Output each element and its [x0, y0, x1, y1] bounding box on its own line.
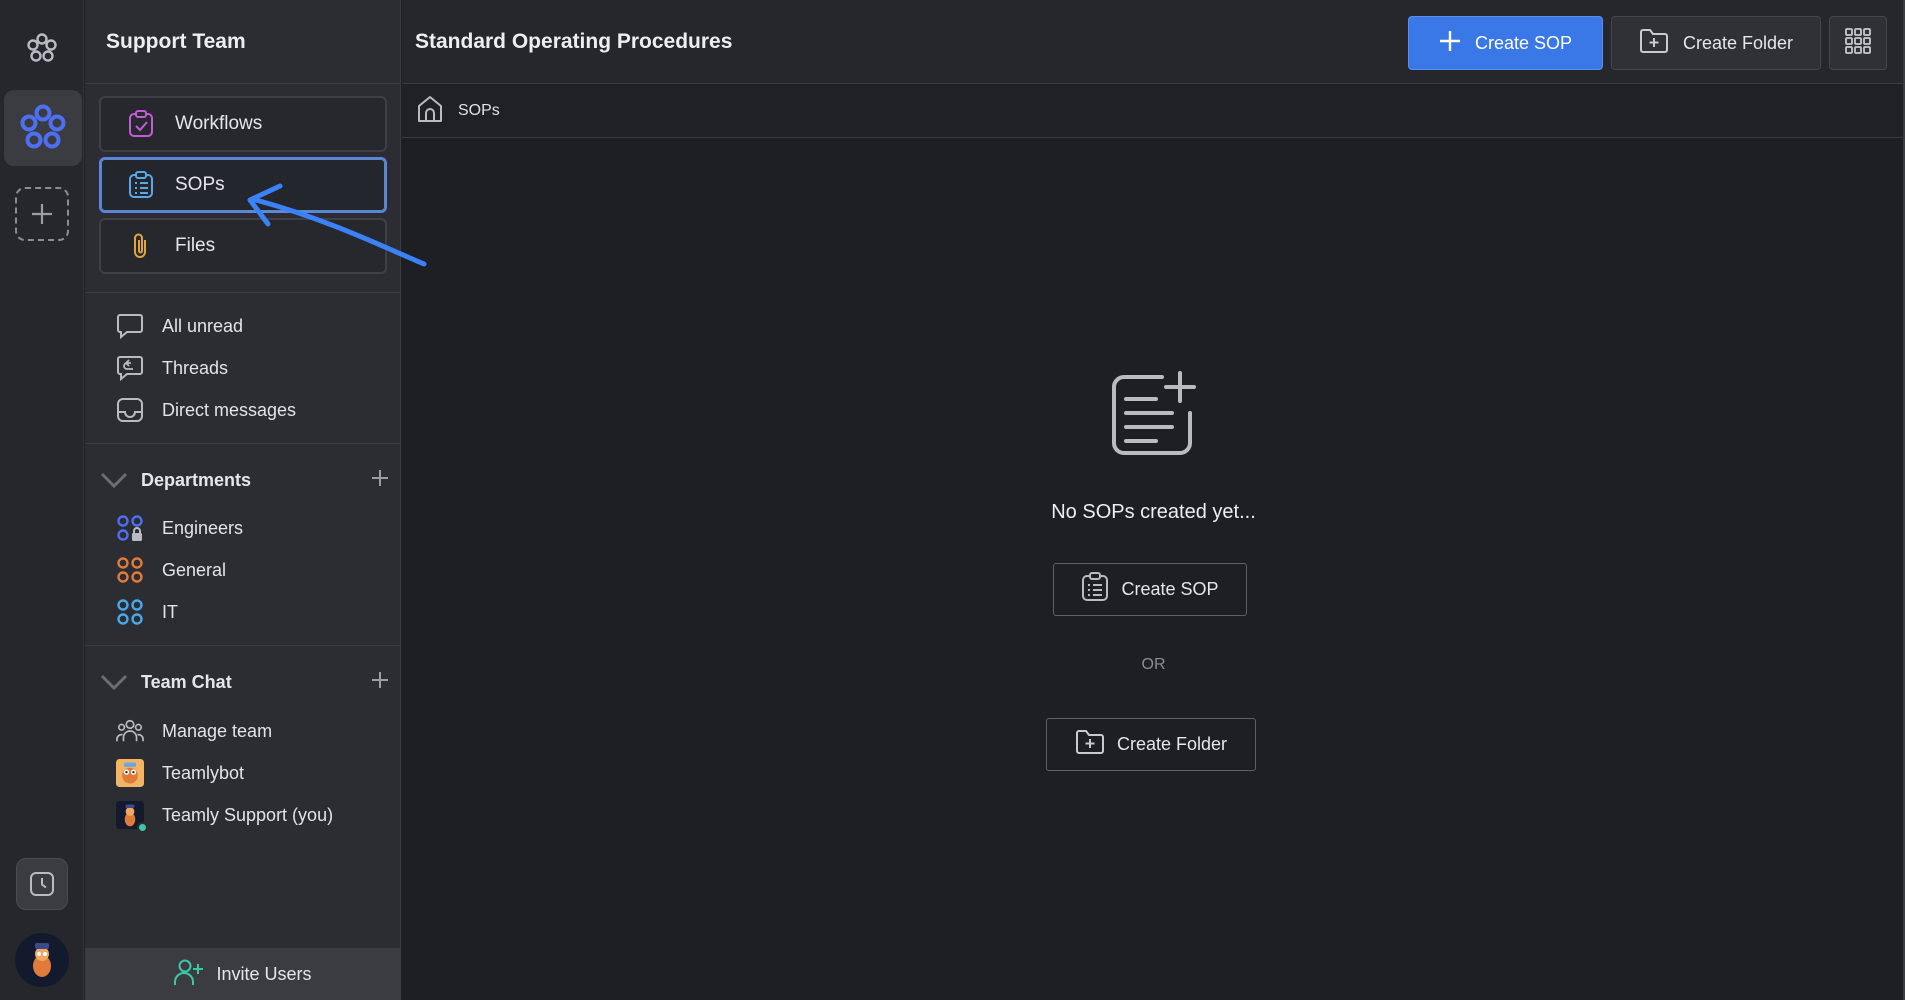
department-engineers-label: Engineers: [162, 517, 244, 538]
create-sop-label: Create SOP: [1474, 32, 1573, 53]
teamly-support-item[interactable]: Teamly Support (you): [116, 798, 334, 833]
group-icon: [116, 556, 144, 584]
teamlybot-label: Teamlybot: [162, 762, 245, 783]
invite-users-label: Invite Users: [216, 963, 312, 984]
nav-sops-label: SOPs: [175, 174, 225, 195]
clipboard-check-icon: [127, 110, 155, 138]
clipboard-list-icon: [1081, 572, 1109, 607]
empty-state: No SOPs created yet... Create SOP OR Cre…: [402, 139, 1905, 1000]
create-sop-empty-button[interactable]: Create SOP: [1053, 563, 1247, 616]
chat-bubble-icon: [116, 312, 144, 340]
document-plus-icon: [1106, 369, 1198, 466]
clipboard-list-icon: [127, 171, 155, 199]
department-it-label: IT: [162, 601, 178, 622]
add-user-icon: [174, 958, 204, 991]
history-button[interactable]: [6, 848, 78, 920]
main-header: Standard Operating Procedures Create SOP…: [402, 0, 1905, 84]
sidebar: Support Team Workflows SOPs Files All un…: [85, 0, 401, 1000]
department-it[interactable]: IT: [116, 595, 178, 629]
departments-title: Departments: [141, 469, 252, 490]
add-chat-icon[interactable]: [371, 671, 389, 694]
divider: [85, 292, 401, 293]
paperclip-icon: [127, 232, 155, 260]
team-chat-section-header[interactable]: Team Chat: [97, 664, 389, 700]
direct-messages-item[interactable]: Direct messages: [116, 393, 296, 427]
breadcrumb-current[interactable]: SOPs: [458, 102, 500, 120]
folder-plus-icon: [1075, 729, 1105, 760]
plus-icon: [15, 187, 69, 241]
clock-icon: [16, 858, 68, 910]
departments-section-header[interactable]: Departments: [97, 462, 389, 498]
app-logo-icon[interactable]: [6, 12, 78, 84]
or-separator: OR: [1141, 656, 1166, 673]
group-lock-icon: [116, 514, 144, 542]
create-folder-empty-button[interactable]: Create Folder: [1046, 718, 1256, 771]
nav-workflows-label: Workflows: [175, 113, 263, 134]
team-icon: [116, 717, 144, 745]
create-folder-empty-label: Create Folder: [1116, 734, 1228, 754]
teamlybot-item[interactable]: Teamlybot: [116, 756, 244, 790]
page-title: Standard Operating Procedures: [415, 30, 733, 53]
online-status-dot: [137, 822, 148, 833]
add-workspace-button[interactable]: [6, 178, 78, 250]
create-folder-label: Create Folder: [1682, 32, 1794, 53]
workspace-support-team-icon[interactable]: [4, 90, 82, 166]
group-icon: [116, 598, 144, 626]
add-department-icon[interactable]: [371, 469, 389, 492]
team-chat-title: Team Chat: [141, 671, 232, 692]
department-general-label: General: [162, 559, 227, 580]
create-sop-empty-label: Create SOP: [1121, 579, 1219, 599]
divider: [85, 645, 401, 646]
home-icon[interactable]: [416, 94, 444, 129]
threads-item[interactable]: Threads: [116, 351, 228, 385]
threads-label: Threads: [162, 357, 229, 378]
divider: [85, 443, 401, 444]
direct-messages-label: Direct messages: [162, 399, 297, 420]
department-general[interactable]: General: [116, 553, 226, 587]
all-unread-item[interactable]: All unread: [116, 309, 243, 343]
create-folder-button[interactable]: Create Folder: [1611, 16, 1821, 70]
breadcrumb: SOPs: [402, 85, 1905, 138]
create-sop-button[interactable]: Create SOP: [1408, 16, 1603, 70]
department-engineers[interactable]: Engineers: [116, 511, 243, 545]
nav-workflows[interactable]: Workflows: [99, 96, 387, 152]
workspace-name: Support Team: [85, 0, 400, 84]
app-window: Support Team Workflows SOPs Files All un…: [0, 0, 1905, 1000]
invite-users-button[interactable]: Invite Users: [85, 948, 401, 1000]
threads-icon: [116, 354, 144, 382]
manage-team-label: Manage team: [162, 720, 273, 741]
bot-avatar: [116, 759, 144, 787]
grid-icon: [1845, 27, 1871, 59]
teamly-support-label: Teamly Support (you): [162, 804, 334, 825]
folder-plus-icon: [1639, 28, 1669, 59]
nav-files-label: Files: [175, 235, 216, 256]
plus-icon: [1439, 30, 1461, 57]
chevron-down-icon[interactable]: [97, 472, 131, 488]
workspace-rail: [0, 0, 84, 1000]
empty-state-message: No SOPs created yet...: [1051, 501, 1256, 523]
chevron-down-icon[interactable]: [97, 674, 131, 690]
inbox-tray-icon: [116, 396, 144, 424]
manage-team-item[interactable]: Manage team: [116, 714, 272, 748]
all-unread-label: All unread: [162, 315, 244, 336]
profile-avatar[interactable]: [6, 924, 78, 996]
user-avatar: [116, 801, 148, 833]
apps-grid-button[interactable]: [1829, 16, 1887, 70]
